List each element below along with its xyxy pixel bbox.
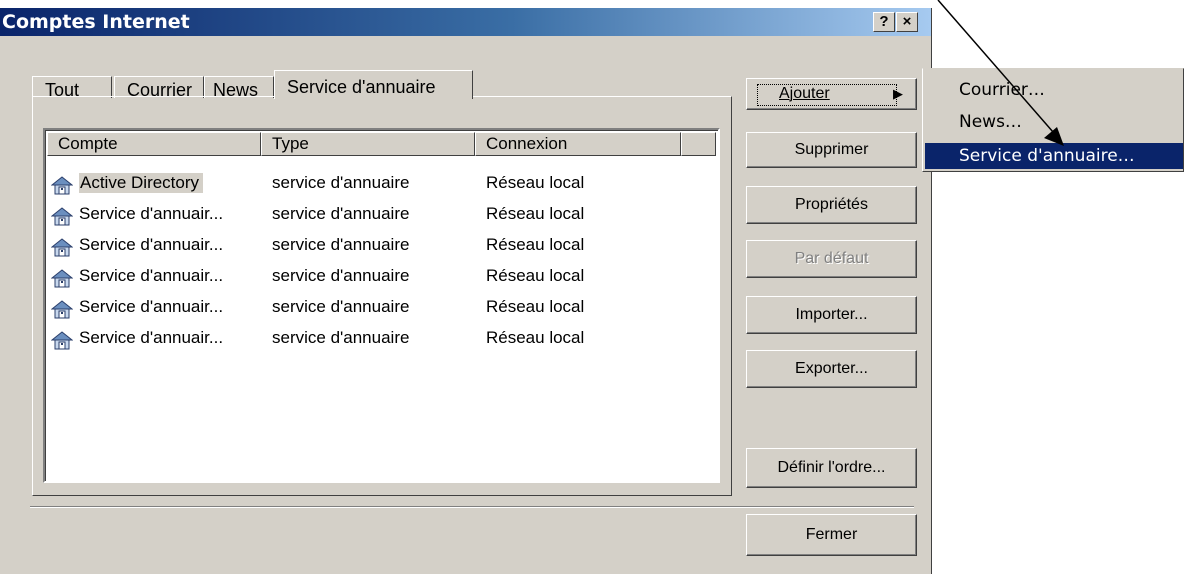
supprimer-button[interactable]: Supprimer <box>746 132 917 168</box>
tab-news[interactable]: News <box>204 76 274 100</box>
window-title: Comptes Internet <box>2 11 190 33</box>
menu-item-courrier[interactable]: Courrier… <box>925 77 1183 103</box>
list-item[interactable]: Service d'annuair... service d'annuaire Ré… <box>47 201 707 231</box>
tab-label: Service d'annuaire <box>287 77 436 97</box>
column-header-connexion[interactable]: Connexion <box>475 132 681 156</box>
ajouter-submenu: Courrier… News… Service d'annuaire… <box>922 68 1184 172</box>
directory-service-icon <box>50 298 74 320</box>
comptes-internet-dialog: Comptes Internet ? × Tout Courrier News … <box>0 8 932 574</box>
tab-service-annuaire[interactable]: Service d'annuaire <box>274 70 473 99</box>
cell-type: service d'annuaire <box>272 204 410 223</box>
fermer-button[interactable]: Fermer <box>746 514 917 556</box>
cell-type: service d'annuaire <box>272 328 410 347</box>
directory-service-icon <box>50 205 74 227</box>
proprietes-button[interactable]: Propriétés <box>746 186 917 224</box>
separator <box>30 506 914 508</box>
cell-compte: Service d'annuair... <box>79 297 224 316</box>
cell-connexion: Réseau local <box>486 297 585 316</box>
menu-item-service-annuaire[interactable]: Service d'annuaire… <box>925 143 1183 169</box>
active-tab-joint <box>275 96 472 98</box>
menu-item-news[interactable]: News… <box>925 109 1183 135</box>
cell-compte: Service d'annuair... <box>79 235 224 254</box>
tab-tout[interactable]: Tout <box>32 76 112 100</box>
ajouter-button[interactable]: Ajouter ▶ <box>746 78 917 110</box>
cell-type: service d'annuaire <box>272 297 410 316</box>
column-header-empty[interactable] <box>681 132 716 156</box>
list-item[interactable]: Active Directory service d'annuaire Réseau… <box>47 170 707 200</box>
tab-courrier[interactable]: Courrier <box>114 76 204 100</box>
directory-service-icon <box>50 267 74 289</box>
title-bar[interactable]: Comptes Internet ? × <box>0 8 931 36</box>
cell-compte: Service d'annuair... <box>79 266 224 285</box>
list-item[interactable]: Service d'annuair... service d'annuaire Ré… <box>47 263 707 293</box>
column-header-type[interactable]: Type <box>261 132 475 156</box>
exporter-button[interactable]: Exporter... <box>746 350 917 388</box>
directory-service-icon <box>50 329 74 351</box>
cell-type: service d'annuaire <box>272 173 410 192</box>
cell-type: service d'annuaire <box>272 266 410 285</box>
definir-ordre-button[interactable]: Définir l'ordre... <box>746 448 917 488</box>
importer-button[interactable]: Importer... <box>746 296 917 334</box>
cell-compte: Service d'annuair... <box>79 204 224 223</box>
directory-service-icon <box>50 174 74 196</box>
ajouter-label: Ajouter <box>779 85 830 102</box>
par-defaut-button[interactable]: Par défaut <box>746 240 917 278</box>
cell-connexion: Réseau local <box>486 204 585 223</box>
list-item[interactable]: Service d'annuair... service d'annuaire Ré… <box>47 294 707 324</box>
cell-compte: Service d'annuair... <box>79 328 224 347</box>
submenu-arrow-icon: ▶ <box>893 86 903 101</box>
accounts-list[interactable]: Compte Type Connexion Active Directory se… <box>43 128 720 483</box>
directory-service-icon <box>50 236 74 258</box>
cell-connexion: Réseau local <box>486 266 585 285</box>
cell-connexion: Réseau local <box>486 235 585 254</box>
column-header-compte[interactable]: Compte <box>47 132 261 156</box>
close-button[interactable]: × <box>896 12 918 32</box>
list-item[interactable]: Service d'annuair... service d'annuaire Ré… <box>47 325 707 355</box>
cell-connexion: Réseau local <box>486 328 585 347</box>
cell-connexion: Réseau local <box>486 173 585 192</box>
cell-compte: Active Directory <box>79 173 204 193</box>
cell-type: service d'annuaire <box>272 235 410 254</box>
help-button[interactable]: ? <box>873 12 895 32</box>
list-item[interactable]: Service d'annuair... service d'annuaire Ré… <box>47 232 707 262</box>
